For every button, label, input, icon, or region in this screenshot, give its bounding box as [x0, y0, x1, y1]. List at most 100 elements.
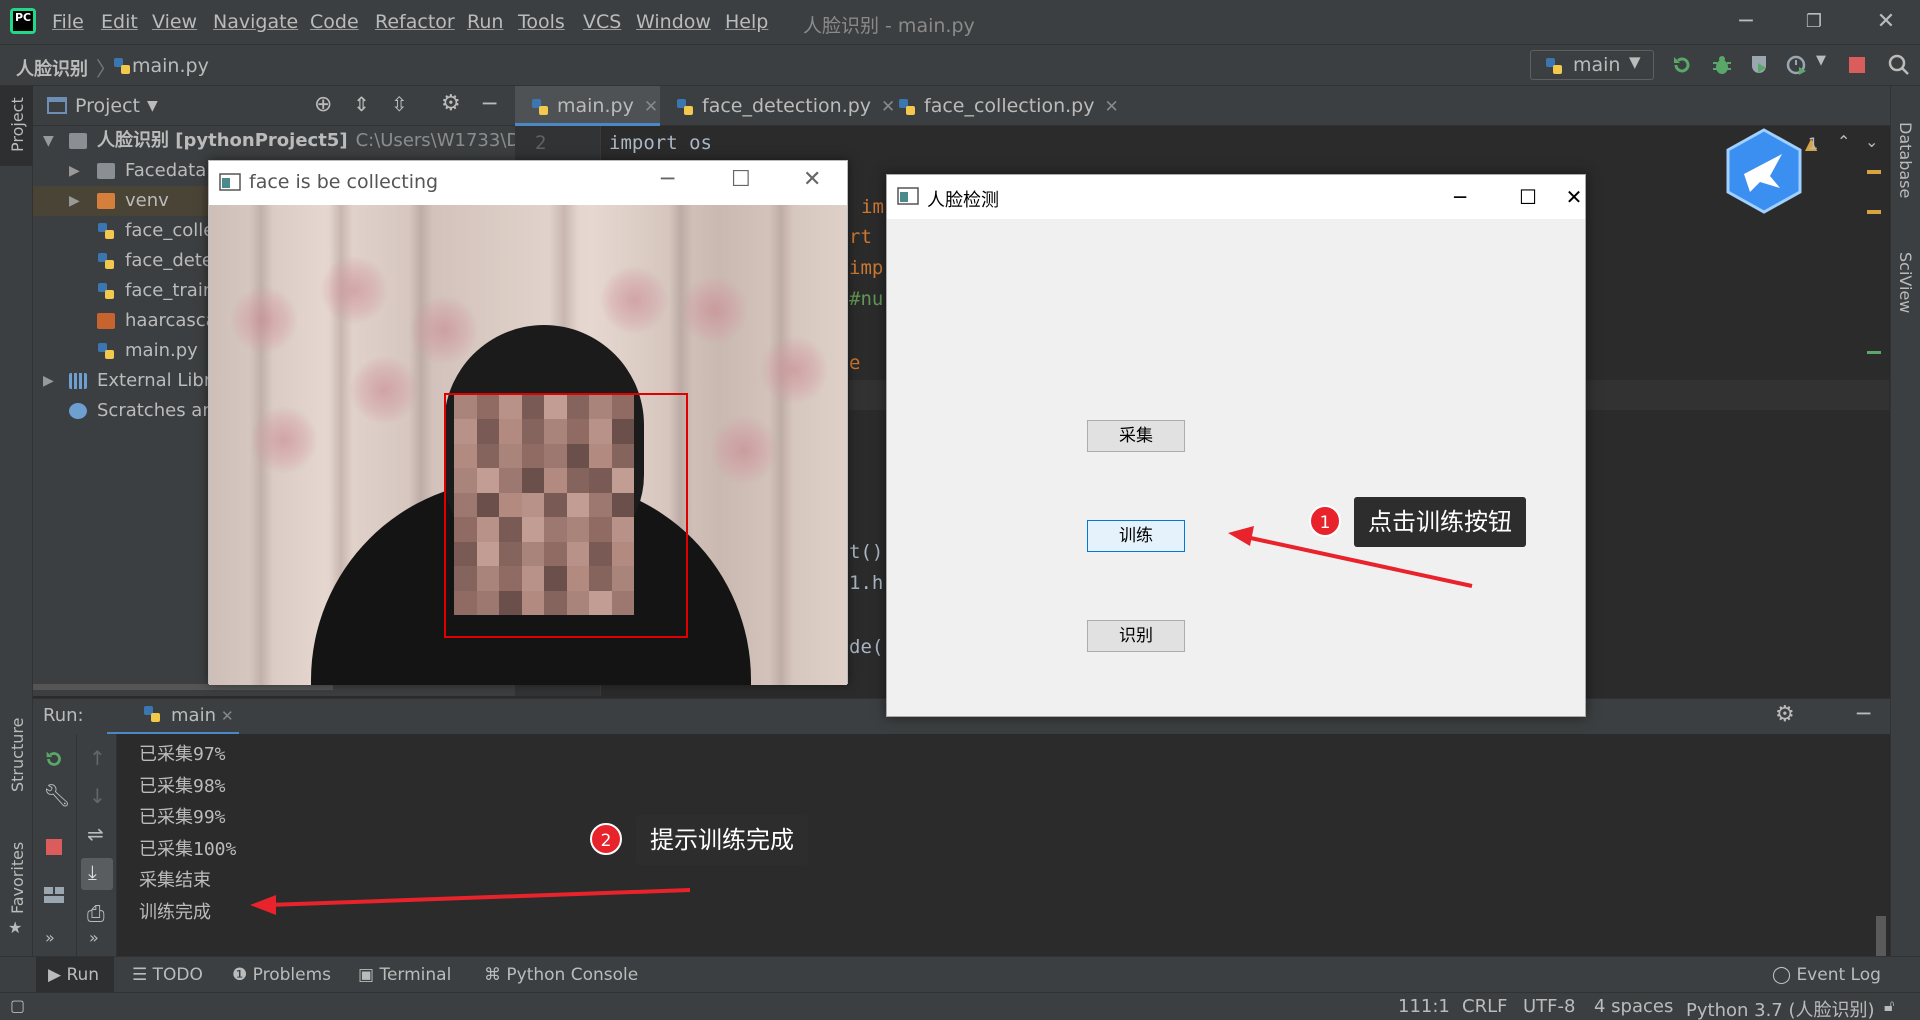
close-tab-icon[interactable]: ✕: [644, 97, 658, 117]
wrench-icon[interactable]: 🔧︎: [43, 784, 71, 809]
next-highlight-icon[interactable]: ⌄: [1865, 132, 1878, 151]
error-stripe-marker[interactable]: [1867, 351, 1881, 354]
menu-help[interactable]: Help: [725, 11, 768, 33]
scroll-to-end-button[interactable]: [81, 858, 113, 890]
menu-file[interactable]: File: [52, 11, 84, 33]
print-icon[interactable]: ⎙: [87, 902, 105, 927]
error-stripe-marker[interactable]: [1867, 210, 1881, 214]
toggle-tool-windows-icon[interactable]: ▢: [10, 996, 25, 1015]
close-icon[interactable]: ✕: [803, 167, 821, 192]
list-icon: ☰: [132, 965, 153, 985]
layout-icon[interactable]: [43, 886, 65, 904]
stop-icon[interactable]: [1845, 53, 1869, 77]
close-icon[interactable]: ✕: [1551, 182, 1597, 212]
stop-icon[interactable]: [45, 838, 63, 856]
menu-view[interactable]: View: [152, 11, 197, 33]
chevron-down-icon: ▼: [1629, 53, 1641, 71]
close-icon[interactable]: ✕: [1856, 6, 1916, 38]
structure-tool-label[interactable]: Structure: [8, 718, 27, 792]
console-line: 已采集99%: [139, 807, 226, 828]
more-icon[interactable]: »: [89, 928, 99, 947]
arrow-down-icon[interactable]: ↓: [89, 784, 106, 808]
minimize-icon[interactable]: ─: [661, 167, 674, 192]
error-stripe-marker[interactable]: [1867, 170, 1881, 174]
tree-item-label: face_train: [125, 280, 215, 301]
python-file-icon: [98, 283, 114, 299]
gear-icon[interactable]: ⚙: [441, 91, 461, 116]
excluded-folder-icon: [97, 193, 115, 209]
window-app-icon: [897, 187, 919, 205]
rerun-icon[interactable]: [43, 748, 65, 770]
python-file-icon: [98, 343, 114, 359]
tab-label: face_detection.py: [702, 95, 872, 117]
tab-face-detection[interactable]: face_detection.py ✕: [660, 86, 895, 126]
maximize-icon[interactable]: ☐: [731, 167, 751, 192]
database-tool-label[interactable]: Database: [1896, 122, 1915, 198]
indent-setting[interactable]: 4 spaces: [1594, 996, 1673, 1017]
search-icon[interactable]: [1887, 53, 1911, 77]
locate-icon[interactable]: ⊕: [314, 92, 332, 117]
hide-panel-icon[interactable]: ─: [1857, 702, 1870, 727]
hide-panel-icon[interactable]: ─: [483, 92, 496, 117]
line-separator[interactable]: CRLF: [1462, 996, 1507, 1017]
project-panel-title[interactable]: Project: [75, 95, 140, 117]
console-scrollbar[interactable]: [1876, 916, 1886, 956]
favorites-tool-label[interactable]: Favorites: [8, 842, 27, 914]
close-tab-icon[interactable]: ✕: [221, 707, 234, 725]
minimize-icon[interactable]: ─: [1716, 6, 1776, 38]
maximize-icon[interactable]: ☐: [1505, 182, 1551, 212]
tree-item-project-root[interactable]: ▼ 人脸识别 [pythonProject5]C:\Users\W1733\De…: [33, 126, 515, 156]
python-console-icon: ⌘: [484, 965, 507, 985]
tool-tab-event-log[interactable]: ◯ Event Log: [1772, 957, 1881, 993]
menu-vcs[interactable]: VCS: [583, 11, 621, 33]
menu-run[interactable]: Run: [467, 11, 503, 33]
coverage-icon[interactable]: [1748, 53, 1772, 77]
tree-item-label: Scratches and: [97, 400, 226, 421]
more-run-options-icon[interactable]: ▼: [1816, 53, 1826, 68]
tool-tab-problems[interactable]: ❶ Problems: [232, 957, 331, 993]
recognize-button[interactable]: 识别: [1087, 620, 1185, 652]
lock-icon[interactable]: 🔓︎: [1884, 996, 1894, 1016]
python-file-icon: [114, 58, 130, 74]
run-configuration-select[interactable]: main ▼: [1530, 50, 1654, 80]
expand-all-icon[interactable]: ⇕: [353, 92, 370, 116]
arrow-up-icon[interactable]: ↑: [89, 746, 106, 770]
train-button[interactable]: 训练: [1087, 520, 1185, 552]
collapse-all-icon[interactable]: ⇳: [391, 92, 408, 116]
debug-icon[interactable]: [1710, 53, 1734, 77]
tool-tab-python-console[interactable]: ⌘ Python Console: [484, 957, 638, 993]
file-encoding[interactable]: UTF-8: [1523, 996, 1575, 1017]
menu-code[interactable]: Code: [310, 11, 359, 33]
tab-main-py[interactable]: main.py ✕: [515, 86, 660, 126]
restore-icon[interactable]: ❐: [1784, 6, 1844, 38]
close-tab-icon[interactable]: ✕: [1104, 97, 1118, 117]
assistant-bird-icon[interactable]: [1724, 128, 1804, 214]
breadcrumb-project[interactable]: 人脸识别: [16, 55, 88, 81]
sciview-tool-label[interactable]: SciView: [1896, 252, 1915, 313]
profile-icon[interactable]: [1785, 53, 1809, 77]
tool-tab-todo[interactable]: ☰ TODO: [132, 957, 203, 993]
tree-item-label: face_dete: [125, 250, 213, 271]
tool-tab-terminal[interactable]: ▣ Terminal: [358, 957, 451, 993]
caret-position[interactable]: 111:1: [1398, 996, 1450, 1017]
rerun-icon[interactable]: [1670, 53, 1694, 77]
tool-tab-run[interactable]: ▶ Run: [36, 957, 114, 993]
tab-face-collection[interactable]: face_collection.py ✕: [882, 86, 1119, 126]
menu-window[interactable]: Window: [636, 11, 711, 33]
menu-tools[interactable]: Tools: [518, 11, 565, 33]
menu-refactor[interactable]: Refactor: [375, 11, 455, 33]
python-interpreter[interactable]: Python 3.7 (人脸识别): [1686, 996, 1875, 1020]
step-1-badge: 1: [1309, 505, 1341, 537]
collect-button[interactable]: 采集: [1087, 420, 1185, 452]
previous-highlight-icon[interactable]: ⌃: [1837, 132, 1850, 151]
gear-icon[interactable]: ⚙: [1775, 702, 1795, 727]
soft-wrap-icon[interactable]: ⇌: [87, 822, 104, 846]
chevron-down-icon[interactable]: ▼: [147, 98, 158, 114]
menu-edit[interactable]: Edit: [101, 11, 138, 33]
breadcrumb-file[interactable]: main.py: [132, 55, 209, 77]
menu-navigate[interactable]: Navigate: [213, 11, 298, 33]
run-tab-main[interactable]: main ✕: [107, 699, 239, 735]
more-icon[interactable]: »: [45, 928, 55, 947]
minimize-icon[interactable]: ─: [1437, 182, 1483, 212]
project-tool-label[interactable]: Project: [8, 97, 27, 152]
